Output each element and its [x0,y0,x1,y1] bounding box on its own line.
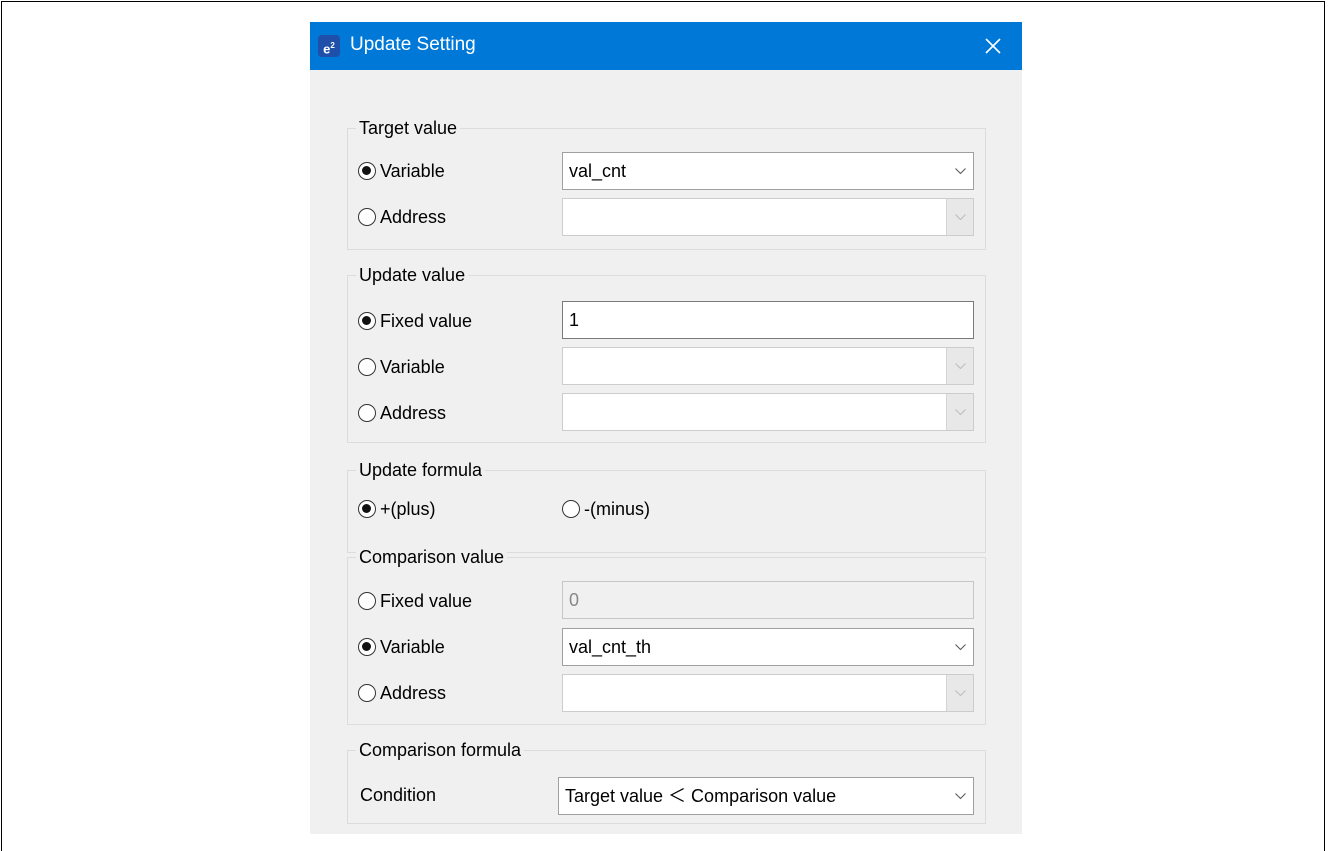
condition-value: Target value ＜ Comparison value [565,786,837,806]
comparison-fixed-input: 0 [562,581,974,619]
update-address-radio[interactable]: Address [358,400,446,426]
update-fixed-input[interactable]: 1 [562,301,974,339]
dropdown-button[interactable] [947,153,973,189]
comparison-formula-legend: Comparison formula [356,738,525,762]
comparison-fixed-label: Fixed value [380,590,473,611]
update-fixed-label: Fixed value [380,310,473,331]
condition-combo[interactable]: Target value ＜ Comparison value [558,777,974,815]
dropdown-button [946,348,973,384]
comparison-variable-radio[interactable]: Variable [358,634,445,660]
radio-circle [358,208,376,226]
app-icon: e2 [318,35,340,57]
update-value-legend: Update value [356,263,469,287]
comparison-variable-label: Variable [380,636,445,657]
update-fixed-radio[interactable]: Fixed value [358,308,472,334]
comparison-address-combo [562,674,974,712]
dropdown-button [946,394,973,430]
dropdown-button [946,675,973,711]
radio-circle [358,684,376,702]
close-icon [985,38,1001,54]
minus-label: -(minus) [584,498,650,519]
comparison-value-group: Comparison value Fixed value 0 Variable … [347,545,986,725]
chevron-down-icon [955,363,966,370]
radio-circle [358,162,376,180]
dropdown-button[interactable] [947,778,973,814]
update-variable-radio[interactable]: Variable [358,354,445,380]
comparison-fixed-radio[interactable]: Fixed value [358,588,472,614]
target-variable-radio[interactable]: Variable [358,158,445,184]
target-address-radio[interactable]: Address [358,204,446,230]
target-value-group: Target value Variable val_cnt Address [347,116,986,250]
plus-radio[interactable]: +(plus) [358,496,436,522]
comparison-address-label: Address [380,682,447,703]
comparison-formula-group: Comparison formula Condition Target valu… [347,738,986,824]
radio-circle [358,358,376,376]
comparison-variable-value: val_cnt_th [569,637,652,657]
chevron-down-icon [955,168,966,175]
comparison-fixed-value: 0 [569,590,580,610]
radio-circle [562,500,580,518]
radio-circle [358,592,376,610]
update-value-group: Update value Fixed value 1 Variable Addr… [347,263,986,443]
plus-label: +(plus) [380,498,436,519]
dropdown-button [946,199,973,235]
radio-circle [358,500,376,518]
radio-circle [358,312,376,330]
update-formula-group: Update formula +(plus) -(minus) [347,458,986,553]
chevron-down-icon [955,690,966,697]
chevron-down-icon [955,644,966,651]
dialog-title: Update Setting [350,34,476,55]
update-address-label: Address [380,402,447,423]
condition-label: Condition [360,785,437,805]
update-address-combo [562,393,974,431]
dropdown-button[interactable] [947,629,973,665]
chevron-down-icon [955,214,966,221]
update-setting-dialog: e2 Update Setting Target value Variable … [310,22,1022,834]
title-bar: e2 Update Setting [310,22,1022,70]
comparison-variable-combo[interactable]: val_cnt_th [562,628,974,666]
minus-radio[interactable]: -(minus) [562,496,650,522]
radio-circle [358,638,376,656]
update-fixed-value: 1 [569,310,580,330]
update-formula-legend: Update formula [356,458,486,482]
target-variable-value: val_cnt [569,161,627,181]
update-variable-combo [562,347,974,385]
update-variable-label: Variable [380,356,445,377]
close-button[interactable] [964,22,1022,70]
app-icon-sup: 2 [330,41,335,50]
radio-circle [358,404,376,422]
comparison-address-radio[interactable]: Address [358,680,446,706]
target-address-label: Address [380,206,447,227]
target-value-legend: Target value [356,116,461,140]
chevron-down-icon [955,793,966,800]
target-variable-combo[interactable]: val_cnt [562,152,974,190]
chevron-down-icon [955,409,966,416]
target-variable-label: Variable [380,160,445,181]
comparison-value-legend: Comparison value [356,545,508,569]
target-address-combo [562,198,974,236]
